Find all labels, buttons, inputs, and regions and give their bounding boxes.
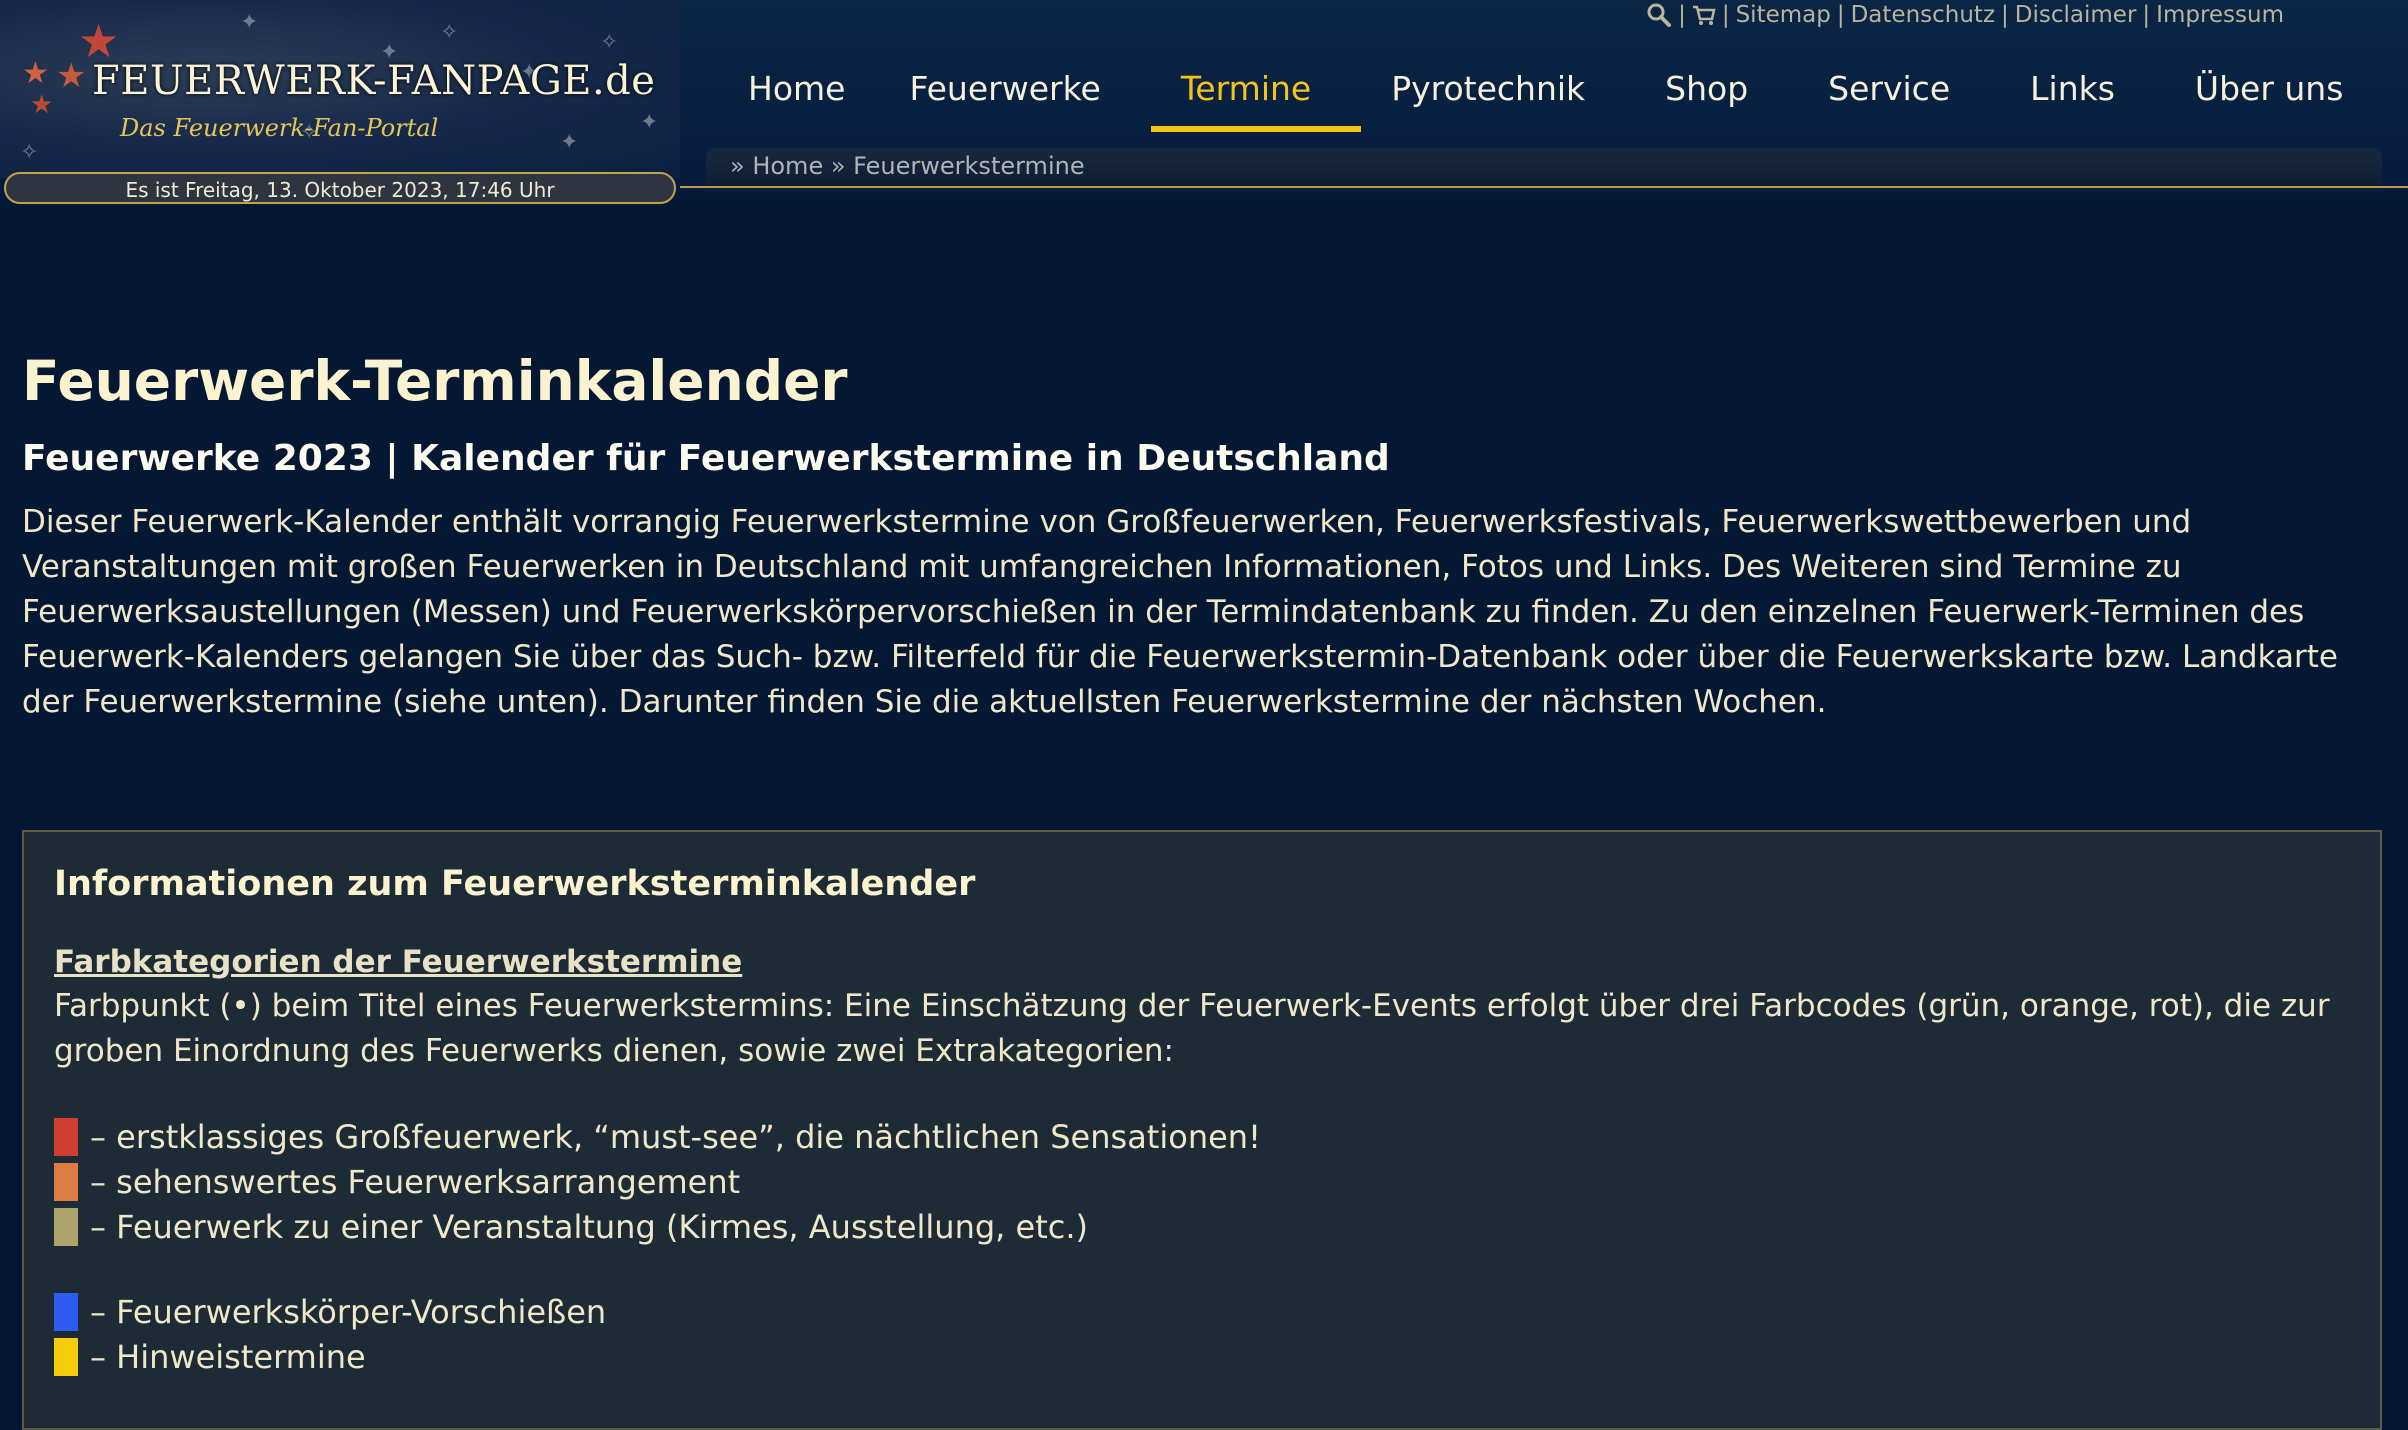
nav-item-feuerwerke[interactable]: Feuerwerke — [877, 62, 1150, 132]
nav-item-links[interactable]: Links — [1998, 62, 2163, 132]
nav-item-termine[interactable]: Termine — [1150, 62, 1362, 132]
nav-item-shop[interactable]: Shop — [1633, 62, 1796, 132]
breadcrumb-current: Feuerwerkstermine — [853, 152, 1085, 180]
separator: | — [2142, 2, 2151, 28]
logo-subtitle: Das Feuerwerk-Fan-Portal — [120, 114, 439, 142]
header-divider — [680, 186, 2408, 188]
datenschutz-link[interactable]: Datenschutz — [1851, 2, 1995, 28]
color-categories-heading: Farbkategorien der Feuerwerkstermine — [54, 944, 743, 980]
nav-item-pyrotechnik[interactable]: Pyrotechnik — [1361, 62, 1633, 132]
impressum-link[interactable]: Impressum — [2156, 2, 2284, 28]
separator: | — [1721, 2, 1730, 28]
legend-label: – erstklassiges Großfeuerwerk, “must-see… — [90, 1117, 1261, 1156]
nav-item-ueber-uns[interactable]: Über uns — [2163, 62, 2375, 132]
info-box-title: Informationen zum Feuerwerksterminkalend… — [54, 864, 976, 904]
olive-color-swatch — [54, 1207, 78, 1246]
top-links: | | Sitemap | Datenschutz | Disclaimer |… — [1646, 0, 2284, 30]
breadcrumb-home-link[interactable]: Home — [752, 152, 823, 180]
intro-paragraph: Dieser Feuerwerk-Kalender enthält vorran… — [22, 504, 2338, 720]
separator: | — [1836, 2, 1845, 28]
color-categories-description: Farbpunkt (•) beim Titel eines Feuerwerk… — [54, 988, 2330, 1069]
site-logo[interactable]: ✦ ✧ ✦ ✧ ✦ ✧ ✦ ✧ ✦ ★ ★ ★ ★ FEUERWERK-FANP… — [0, 0, 680, 178]
page-title: Feuerwerk-Terminkalender — [22, 349, 848, 413]
legend-label: – Hinweistermine — [90, 1337, 366, 1376]
blue-color-swatch — [54, 1292, 78, 1331]
orange-color-swatch — [54, 1162, 78, 1201]
legend-item: – Feuerwerk zu einer Veranstaltung (Kirm… — [54, 1204, 2350, 1249]
legend-item: – erstklassiges Großfeuerwerk, “must-see… — [54, 1114, 2350, 1159]
legend-item: – Feuerwerkskörper-Vorschießen — [54, 1289, 2350, 1334]
info-box: Informationen zum Feuerwerksterminkalend… — [22, 830, 2382, 1430]
disclaimer-link[interactable]: Disclaimer — [2015, 2, 2137, 28]
current-date-display: Es ist Freitag, 13. Oktober 2023, 17:46 … — [4, 172, 676, 204]
nav-item-service[interactable]: Service — [1796, 62, 1998, 132]
breadcrumb: » Home » Feuerwerkstermine — [730, 152, 1085, 180]
star-icon: ★ — [30, 90, 54, 120]
star-icon: ★ — [22, 56, 49, 91]
page-subtitle: Feuerwerke 2023 | Kalender für Feuerwerk… — [22, 438, 1390, 479]
breadcrumb-separator: » — [730, 152, 745, 180]
site-header: ✦ ✧ ✦ ✧ ✦ ✧ ✦ ✧ ✦ ★ ★ ★ ★ FEUERWERK-FANP… — [0, 0, 2408, 204]
legend-label: – Feuerwerk zu einer Veranstaltung (Kirm… — [90, 1207, 1088, 1246]
color-legend: – erstklassiges Großfeuerwerk, “must-see… — [54, 1114, 2350, 1379]
search-icon[interactable] — [1646, 2, 1672, 29]
nav-item-home[interactable]: Home — [716, 62, 877, 132]
main-navigation: Home Feuerwerke Termine Pyrotechnik Shop… — [716, 62, 2375, 134]
legend-item: – Hinweistermine — [54, 1334, 2350, 1379]
yellow-color-swatch — [54, 1337, 78, 1376]
star-icon: ★ — [56, 56, 87, 96]
legend-label: – sehenswertes Feuerwerksarrangement — [90, 1162, 741, 1201]
separator: | — [2001, 2, 2009, 28]
cart-icon[interactable] — [1692, 2, 1716, 28]
legend-item: – sehenswertes Feuerwerksarrangement — [54, 1159, 2350, 1204]
main-content: Feuerwerk-Terminkalender Feuerwerke 2023… — [22, 340, 2384, 725]
legend-label: – Feuerwerkskörper-Vorschießen — [90, 1292, 607, 1331]
sitemap-link[interactable]: Sitemap — [1736, 2, 1831, 28]
logo-title: FEUERWERK-FANPAGE.de — [92, 58, 656, 104]
red-color-swatch — [54, 1117, 78, 1156]
separator: | — [1678, 2, 1686, 28]
breadcrumb-separator: » — [830, 152, 846, 180]
breadcrumb-bar: » Home » Feuerwerkstermine — [706, 148, 2382, 186]
